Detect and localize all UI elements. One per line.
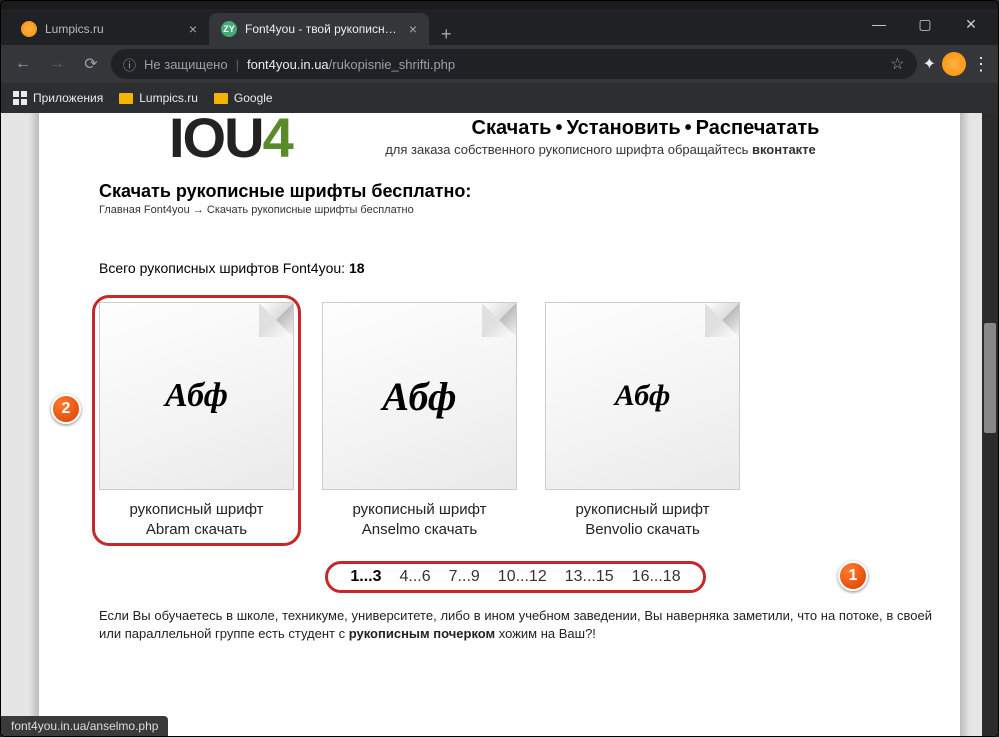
pagination: 1 1...3 4...6 7...9 10...12 13...15 16...18 xyxy=(99,561,932,593)
forward-button[interactable]: → xyxy=(43,50,71,78)
font-grid: 2 Абф рукописный шрифтAbram скачать Абф … xyxy=(99,302,932,539)
info-icon: ⓘ xyxy=(123,55,136,74)
bookmarks-bar: Приложения Lumpics.ru Google xyxy=(1,83,998,113)
close-icon[interactable]: × xyxy=(409,21,417,37)
url-input[interactable]: ⓘ Не защищено | font4you.in.ua/rukopisni… xyxy=(111,49,917,79)
link-install[interactable]: Установить xyxy=(566,117,680,139)
page-link[interactable]: 13...15 xyxy=(565,568,614,585)
font-card-anselmo[interactable]: Абф рукописный шрифтAnselmo скачать xyxy=(322,302,517,539)
hero-links: Скачать•Установить•Распечатать xyxy=(359,113,932,140)
link-download[interactable]: Скачать xyxy=(472,117,552,139)
bookmark-google[interactable]: Google xyxy=(214,91,273,105)
menu-icon[interactable]: ⋮ xyxy=(972,54,990,75)
reload-button[interactable]: ⟳ xyxy=(77,50,105,78)
annotation-badge-2: 2 xyxy=(51,394,81,424)
font-caption: рукописный шрифтAbram скачать xyxy=(99,500,294,539)
scrollbar-thumb[interactable] xyxy=(984,323,996,433)
font-count: Всего рукописных шрифтов Font4you: 18 xyxy=(99,260,932,276)
font-caption: рукописный шрифтAnselmo скачать xyxy=(322,500,517,539)
tab-bar: Lumpics.ru × ZY Font4you - твой рукописн… xyxy=(1,9,998,45)
link-print[interactable]: Распечатать xyxy=(696,117,820,139)
close-window-button[interactable]: ✕ xyxy=(948,9,994,39)
favicon-icon: ZY xyxy=(221,21,237,37)
font-card-benvolio[interactable]: Абф рукописный шрифтBenvolio скачать xyxy=(545,302,740,539)
bookmark-lumpics[interactable]: Lumpics.ru xyxy=(119,91,198,105)
page-link[interactable]: 16...18 xyxy=(632,568,681,585)
new-tab-button[interactable]: + xyxy=(429,24,464,45)
breadcrumb: Главная Font4you → Скачать рукописные шр… xyxy=(99,204,932,216)
tab-font4you[interactable]: ZY Font4you - твой рукописный шр × xyxy=(209,13,429,45)
tab-lumpics[interactable]: Lumpics.ru × xyxy=(9,13,209,45)
link-vk[interactable]: вконтакте xyxy=(752,142,816,157)
page-link[interactable]: 1...3 xyxy=(350,568,381,585)
hero-subtitle: для заказа собственного рукописного шриф… xyxy=(269,142,932,157)
folder-icon xyxy=(119,93,133,104)
favicon-icon xyxy=(21,21,37,37)
folder-icon xyxy=(214,93,228,104)
font-preview: Абф xyxy=(322,302,517,490)
apps-button[interactable]: Приложения xyxy=(13,91,103,105)
font-preview: Абф xyxy=(545,302,740,490)
page-link[interactable]: 4...6 xyxy=(400,568,431,585)
maximize-button[interactable]: ▢ xyxy=(902,9,948,39)
minimize-button[interactable]: — xyxy=(856,9,902,39)
font-caption: рукописный шрифтBenvolio скачать xyxy=(545,500,740,539)
page-title: Скачать рукописные шрифты бесплатно: xyxy=(99,181,932,202)
scrollbar-vertical[interactable] xyxy=(982,113,998,736)
bookmark-star-icon[interactable]: ☆ xyxy=(890,54,904,74)
description-text: Если Вы обучаетесь в школе, техникуме, у… xyxy=(99,607,932,643)
annotation-badge-1: 1 xyxy=(838,561,868,591)
back-button[interactable]: ← xyxy=(9,50,37,78)
security-label: Не защищено xyxy=(144,57,228,72)
font-card-abram[interactable]: Абф рукописный шрифтAbram скачать xyxy=(99,302,294,539)
address-bar: ← → ⟳ ⓘ Не защищено | font4you.in.ua/ruk… xyxy=(1,45,998,83)
site-logo: IOU4 xyxy=(169,113,292,170)
page-link[interactable]: 7...9 xyxy=(449,568,480,585)
status-bar: font4you.in.ua/anselmo.php xyxy=(1,716,168,736)
apps-icon xyxy=(13,91,27,105)
close-icon[interactable]: × xyxy=(189,21,197,37)
font-preview: Абф xyxy=(99,302,294,490)
extensions-icon[interactable]: ✦ xyxy=(923,54,936,74)
page-link[interactable]: 10...12 xyxy=(498,568,547,585)
profile-avatar[interactable] xyxy=(942,52,966,76)
